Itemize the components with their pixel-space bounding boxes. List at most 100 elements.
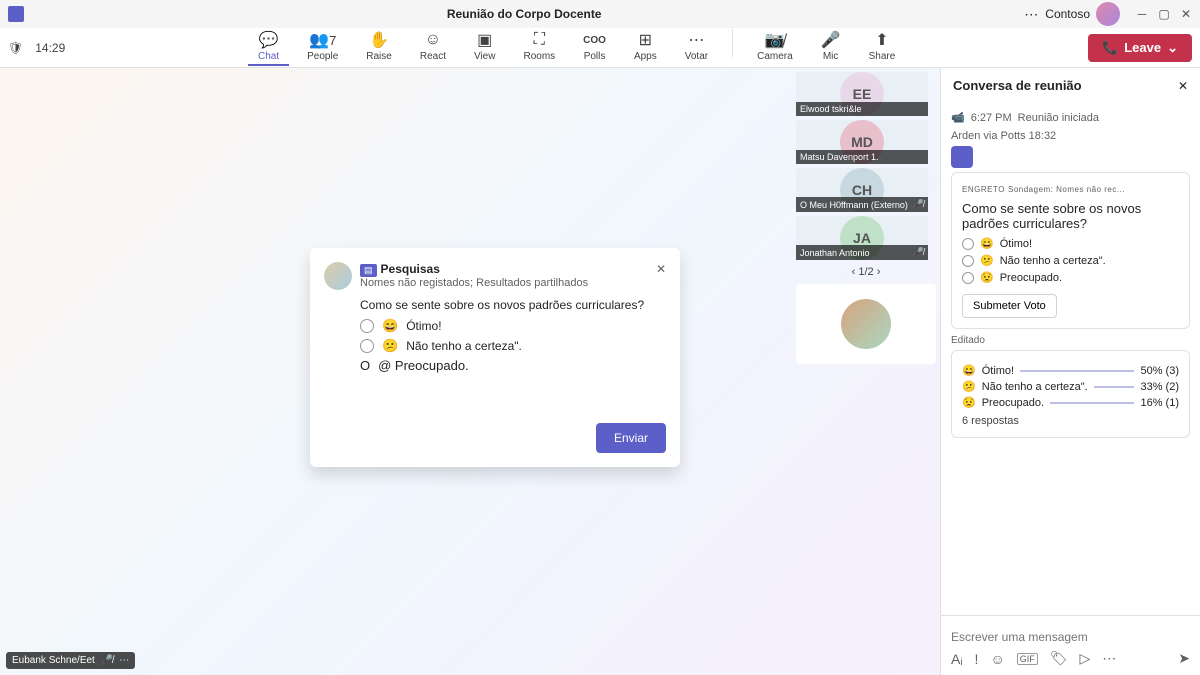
mic-muted-icon: 🎤̸: [101, 655, 113, 666]
response-count: 6 respostas: [962, 415, 1179, 427]
submit-vote-button[interactable]: Submeter Voto: [962, 294, 1057, 318]
apps-button[interactable]: ⊞Apps: [624, 29, 667, 66]
chevron-down-icon: ⌄: [1167, 40, 1178, 56]
toolbar-divider: [732, 29, 733, 57]
chevron-left-icon[interactable]: ‹: [852, 266, 856, 278]
poll-results-card: 😄Ótimo!50% (3) 😕Não tenho a certeza".33% …: [951, 350, 1190, 438]
meeting-clock: 14:29: [35, 41, 65, 55]
radio-icon: [360, 319, 374, 333]
sticker-icon[interactable]: 🏷: [1050, 650, 1068, 667]
emoji-picker-icon[interactable]: ☺: [990, 651, 1004, 667]
result-row: 😄Ótimo!50% (3): [962, 364, 1179, 377]
emoji-icon: ☺: [425, 31, 441, 49]
meeting-chat-panel: Conversa de reunião ✕ 📹6:27 PMReunião in…: [940, 68, 1200, 675]
meeting-toolbar: 🛡 14:29 💬Chat 👥7People ✋Raise ☺React ▣Vi…: [0, 28, 1200, 68]
camera-button[interactable]: 📷̸Camera: [747, 29, 803, 66]
self-avatar: [841, 299, 891, 349]
poll-subtitle: Nomes não registados; Resultados partilh…: [360, 277, 588, 289]
people-button[interactable]: 👥7People: [297, 29, 348, 66]
shield-icon: 🛡: [8, 41, 23, 55]
more-compose-icon[interactable]: ⋯: [1102, 650, 1116, 667]
raise-hand-button[interactable]: ✋Raise: [356, 29, 402, 66]
poll-option-2[interactable]: 😕Não tenho a certeza".: [360, 338, 666, 354]
camera-off-icon: 📷̸: [765, 31, 785, 49]
card-option-2[interactable]: 😕Não tenho a certeza".: [962, 254, 1179, 267]
maximize-icon[interactable]: ▢: [1158, 8, 1170, 20]
chat-message-input[interactable]: [951, 624, 1190, 650]
participant-tile[interactable]: CH O Meu H0ffmann (Externo)🎤̸: [796, 168, 928, 212]
hangup-icon: 📞: [1102, 40, 1118, 56]
apps-icon: ⊞: [639, 31, 652, 49]
result-emoji-icon: 😕: [962, 380, 976, 393]
forms-badge-icon: ▤: [360, 264, 377, 277]
leave-button[interactable]: 📞 Leave ⌄: [1088, 34, 1192, 62]
minimize-icon[interactable]: ─: [1136, 8, 1148, 20]
meeting-stage: ▤ Pesquisas Nomes não registados; Resulta…: [0, 68, 940, 675]
stream-icon[interactable]: ▷: [1080, 650, 1091, 667]
teams-logo-icon: [8, 6, 24, 22]
rooms-icon: ⛶: [534, 31, 545, 49]
react-button[interactable]: ☺React: [410, 29, 456, 66]
more-icon[interactable]: ⋯: [1024, 6, 1039, 23]
participant-tile[interactable]: MD Matsu Davenport 1.: [796, 120, 928, 164]
mic-muted-icon: 🎤̸: [913, 199, 924, 210]
forms-app-icon: [951, 146, 973, 168]
result-row: 😕Não tenho a certeza".33% (2): [962, 380, 1179, 393]
priority-icon[interactable]: !: [975, 651, 979, 667]
poll-question: Como se sente sobre os novos padrões cur…: [360, 298, 666, 312]
card-option-1[interactable]: 😄Ótimo!: [962, 237, 1179, 250]
ellipsis-icon[interactable]: ⋯: [119, 655, 129, 666]
chevron-right-icon[interactable]: ›: [877, 266, 881, 278]
radio-icon: [962, 238, 974, 250]
format-icon[interactable]: Aᵢ: [951, 651, 963, 667]
more-button[interactable]: ⋯Votar: [675, 29, 718, 66]
result-bar: [1050, 402, 1134, 404]
mic-button[interactable]: 🎤Mic: [811, 29, 851, 66]
think-emoji-icon: 😕: [382, 338, 398, 354]
participant-name: Elwood tskri&le: [800, 104, 862, 114]
send-poll-button[interactable]: Enviar: [596, 423, 666, 453]
result-emoji-icon: 😄: [962, 364, 976, 377]
result-bar: [1094, 386, 1135, 388]
polls-button[interactable]: COOPolls: [573, 29, 616, 66]
poll-modal: ▤ Pesquisas Nomes não registados; Resulta…: [310, 248, 680, 467]
participant-tile[interactable]: EE Elwood tskri&le: [796, 72, 928, 116]
ellipsis-icon: ⋯: [688, 31, 704, 49]
presenter-label: Eubank Schne/Eet 🎤̸ ⋯: [6, 652, 135, 669]
radio-icon: [962, 255, 974, 267]
participant-gallery: EE Elwood tskri&leMD Matsu Davenport 1.C…: [792, 68, 932, 264]
chat-sender: Arden via Potts 18:32: [951, 130, 1190, 142]
grin-emoji-icon: 😄: [980, 237, 994, 250]
close-chat-icon[interactable]: ✕: [1178, 79, 1188, 93]
close-modal-icon[interactable]: ✕: [656, 262, 666, 276]
org-name: Contoso: [1045, 7, 1090, 21]
mic-muted-icon: 🎤̸: [913, 247, 924, 258]
share-button[interactable]: ⬆Share: [859, 29, 906, 66]
chat-button[interactable]: 💬Chat: [248, 29, 289, 66]
radio-icon: [360, 339, 374, 353]
result-bar: [1020, 370, 1134, 372]
chat-icon: 💬: [259, 31, 279, 49]
titlebar: Reunião do Corpo Docente ⋯ Contoso ─ ▢ ✕: [0, 0, 1200, 28]
poll-option-3[interactable]: O @ Preocupado.: [360, 358, 666, 373]
polls-icon: COO: [583, 31, 606, 49]
poll-app-name: Pesquisas: [381, 262, 440, 276]
chat-title: Conversa de reunião: [953, 78, 1082, 93]
poll-option-1[interactable]: 😄Ótimo!: [360, 318, 666, 334]
card-option-3[interactable]: 😟Preocupado.: [962, 271, 1179, 284]
profile-avatar[interactable]: [1096, 2, 1120, 26]
rooms-button[interactable]: ⛶Rooms: [513, 29, 565, 66]
view-icon: ▣: [477, 31, 492, 49]
send-message-icon[interactable]: ➤: [1178, 650, 1190, 667]
hand-icon: ✋: [369, 31, 389, 49]
gif-icon[interactable]: GIF: [1017, 653, 1038, 665]
participant-name: Jonathan Antonio: [800, 248, 870, 258]
result-row: 😟Preocupado.16% (1): [962, 396, 1179, 409]
grin-emoji-icon: 😄: [382, 318, 398, 334]
view-button[interactable]: ▣View: [464, 29, 506, 66]
participant-tile[interactable]: JA Jonathan Antonio🎤̸: [796, 216, 928, 260]
self-video-tile[interactable]: [796, 284, 936, 364]
close-icon[interactable]: ✕: [1180, 8, 1192, 20]
result-emoji-icon: 😟: [962, 396, 976, 409]
gallery-pager[interactable]: ‹ 1/2 ›: [792, 264, 940, 280]
